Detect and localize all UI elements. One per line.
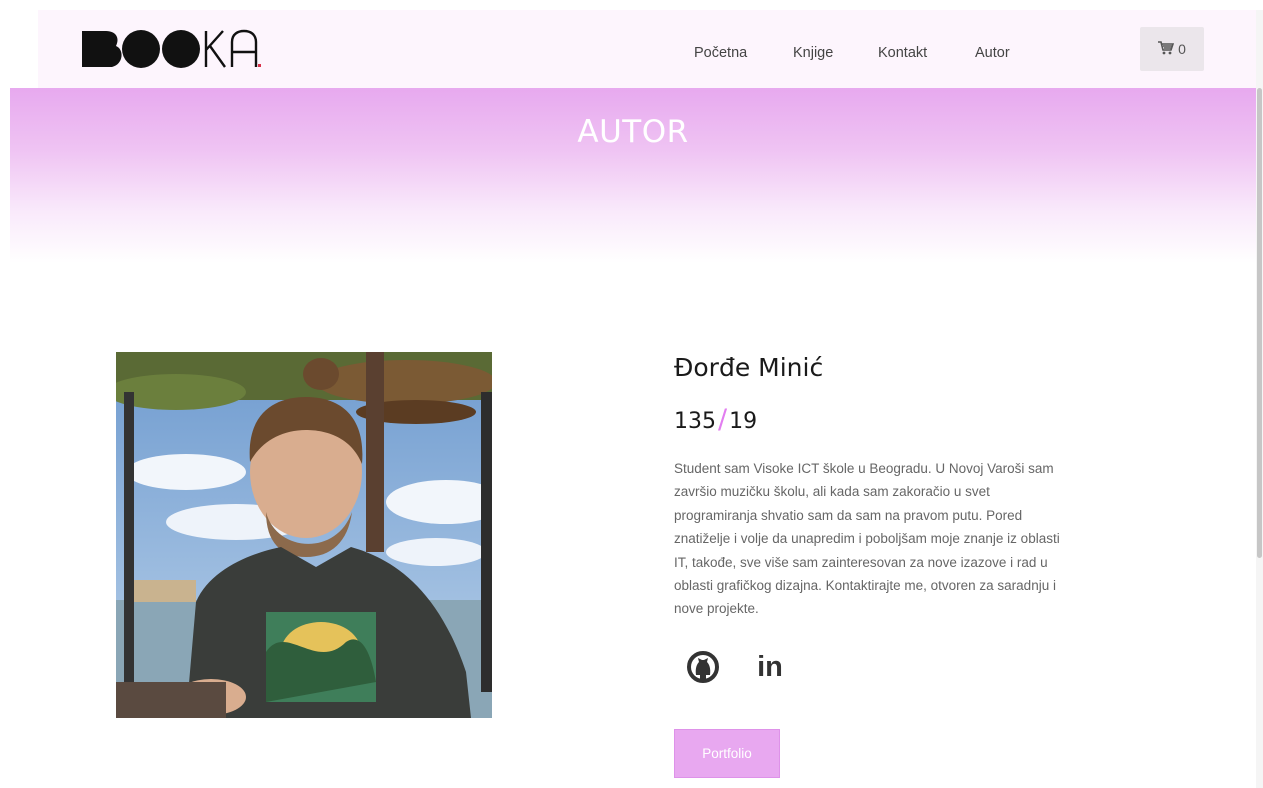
- bio-line: IT, takođe, sve više sam zainteresovan z…: [674, 554, 1048, 570]
- index-number: 135: [674, 409, 716, 434]
- scrollbar-thumb[interactable]: [1257, 88, 1262, 558]
- page-title: AUTOR: [577, 114, 689, 150]
- author-bio: Student sam Visoke ICT škole u Beogradu.…: [674, 457, 1152, 621]
- linkedin-icon[interactable]: in: [753, 650, 787, 684]
- index-separator: /: [718, 404, 728, 435]
- logo-graphic: [82, 29, 261, 68]
- page: Početna Knjige Kontakt Autor 0 AUTOR Đor…: [0, 0, 1263, 788]
- author-photo: [116, 352, 492, 718]
- navbar: Početna Knjige Kontakt Autor 0: [38, 10, 1256, 88]
- author-name: Đorđe Minić: [674, 353, 824, 382]
- github-icon[interactable]: [686, 650, 720, 684]
- nav-item-autor[interactable]: Autor: [975, 45, 1010, 61]
- bio-line: oblasti grafičkog dizajna. Kontaktirajte…: [674, 578, 1056, 594]
- portfolio-button[interactable]: Portfolio: [674, 729, 780, 778]
- page-hero: AUTOR: [10, 88, 1256, 263]
- bio-line: Student sam Visoke ICT škole u Beogradu.…: [674, 461, 1054, 476]
- top-strip: [0, 0, 1263, 10]
- author-index: 135 / 19: [674, 404, 757, 435]
- bio-line: programiranja shvatio sam da sam na prav…: [674, 507, 1023, 523]
- social-links: in: [686, 650, 787, 684]
- bio-line: nove projekte.: [674, 601, 759, 617]
- bio-line: završio muzičku školu, ali kada sam zako…: [674, 484, 990, 500]
- bio-line: znatiželje i volje da unapredim i pobolj…: [674, 531, 1060, 547]
- nav-item-knjige[interactable]: Knjige: [793, 45, 833, 61]
- nav-item-kontakt[interactable]: Kontakt: [878, 45, 927, 61]
- nav-item-pocetna[interactable]: Početna: [694, 45, 747, 61]
- cart-count: 0: [1178, 41, 1186, 57]
- cart-icon: [1158, 40, 1175, 58]
- index-year: 19: [729, 409, 758, 434]
- linkedin-label: in: [757, 650, 783, 683]
- cart-button[interactable]: 0: [1140, 27, 1204, 71]
- booka-logo[interactable]: [80, 28, 270, 70]
